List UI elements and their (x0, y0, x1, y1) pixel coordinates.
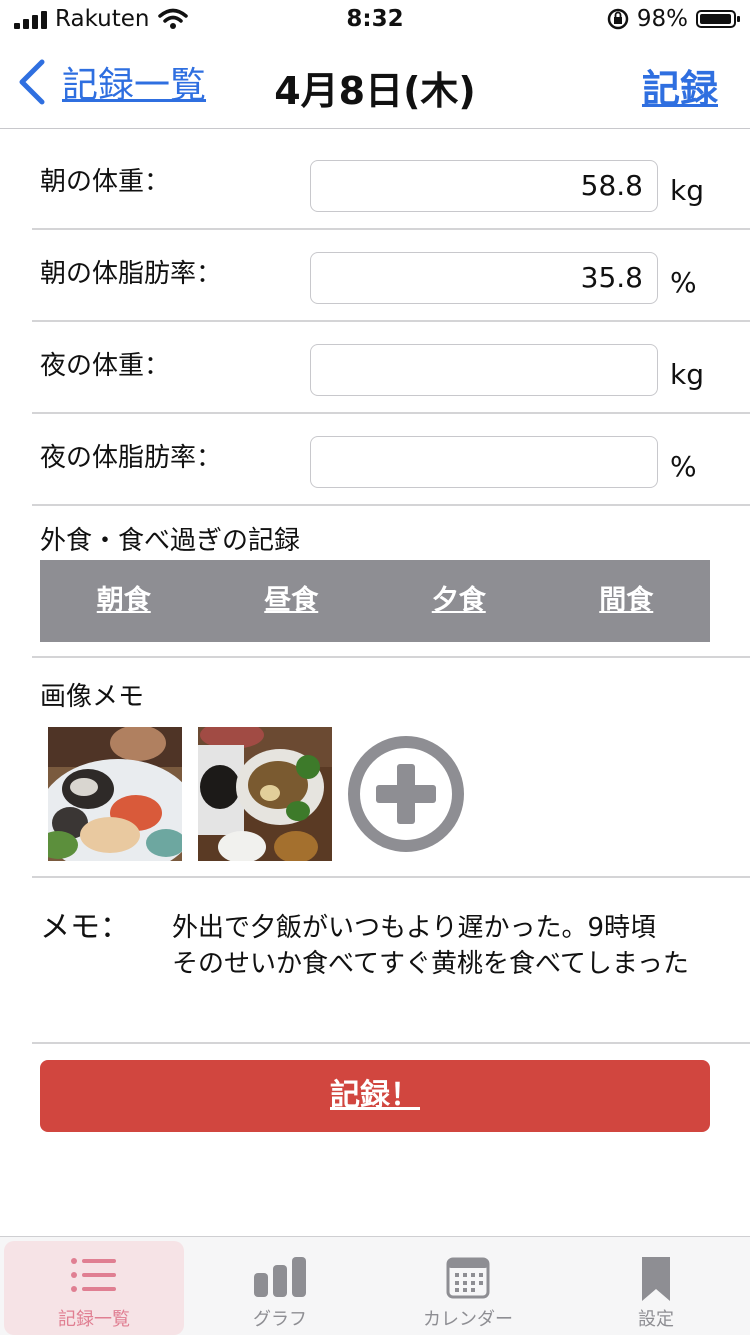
tab-settings[interactable]: 設定 (566, 1241, 746, 1335)
unit-label: % (670, 266, 697, 299)
tab-label: 記録一覧 (58, 1309, 130, 1330)
evening-bodyfat-row: 夜の体脂肪率： % (32, 412, 750, 506)
unit-label: kg (670, 174, 704, 207)
tab-calendar[interactable]: カレンダー (378, 1241, 558, 1335)
morning-weight-input[interactable]: 58.8 (310, 160, 658, 212)
morning-weight-row: 朝の体重： 58.8 kg (32, 136, 750, 230)
evening-weight-row: 夜の体重： kg (32, 320, 750, 414)
status-bar: Rakuten 8:32 98% (0, 0, 750, 40)
divider (32, 656, 750, 658)
tab-record-list[interactable]: 記録一覧 (4, 1241, 184, 1335)
memo-label: メモ： (40, 910, 130, 945)
unit-label: % (670, 450, 697, 483)
battery-icon (696, 10, 740, 28)
record-nav-button[interactable]: 記録 (642, 58, 718, 113)
page-title: 4月8日(木) (274, 69, 476, 113)
evening-weight-label: 夜の体重： (40, 351, 171, 381)
rotation-lock-icon (607, 8, 629, 30)
eating-out-label: 外食・食べ過ぎの記録 (40, 526, 301, 556)
meal-lunch-link[interactable]: 昼食 (208, 560, 376, 642)
bar-chart-icon (254, 1257, 306, 1297)
battery-percent: 98% (636, 6, 688, 32)
meal-dinner-link[interactable]: 夕食 (375, 560, 543, 642)
evening-weight-input[interactable] (310, 344, 658, 396)
plus-circle-icon (348, 736, 464, 852)
tab-label: カレンダー (423, 1309, 513, 1330)
evening-bodyfat-label: 夜の体脂肪率： (40, 443, 223, 473)
meal-snack-link[interactable]: 間食 (543, 560, 711, 642)
divider (32, 1042, 750, 1044)
morning-bodyfat-input[interactable]: 35.8 (310, 252, 658, 304)
add-photo-button[interactable] (346, 734, 466, 854)
tab-bar: 記録一覧 グラフ カレンダー 設定 (0, 1236, 750, 1335)
nav-bar: 記録一覧 4月8日(木) 記録 (0, 40, 750, 129)
memo-textarea[interactable]: 外出で夕飯がいつもより遅かった。9時頃 そのせいか食べてすぐ黄桃を食べてしまった (172, 910, 732, 982)
memo-line: そのせいか食べてすぐ黄桃を食べてしまった (172, 949, 689, 979)
meal-selector: 朝食 昼食 夕食 間食 (40, 560, 710, 642)
food-photo-2 (198, 727, 332, 861)
tab-graph[interactable]: グラフ (190, 1241, 370, 1335)
divider (32, 876, 750, 878)
list-icon (71, 1258, 116, 1292)
image-memo-label: 画像メモ (40, 682, 145, 712)
photo-thumbnail[interactable] (48, 727, 182, 861)
food-photo-1 (48, 727, 182, 861)
bookmark-icon (642, 1257, 670, 1301)
tab-label: 設定 (638, 1309, 674, 1330)
memo-line: 外出で夕飯がいつもより遅かった。9時頃 (172, 913, 657, 943)
tab-label: グラフ (253, 1309, 307, 1330)
calendar-icon (446, 1257, 490, 1299)
photo-thumbnail[interactable] (198, 727, 332, 861)
morning-weight-label: 朝の体重： (40, 167, 171, 197)
submit-record-button[interactable]: 記録！ (40, 1060, 710, 1132)
evening-bodyfat-input[interactable] (310, 436, 658, 488)
morning-bodyfat-label: 朝の体脂肪率： (40, 259, 223, 289)
meal-breakfast-link[interactable]: 朝食 (40, 560, 208, 642)
morning-bodyfat-row: 朝の体脂肪率： 35.8 % (32, 228, 750, 322)
unit-label: kg (670, 358, 704, 391)
